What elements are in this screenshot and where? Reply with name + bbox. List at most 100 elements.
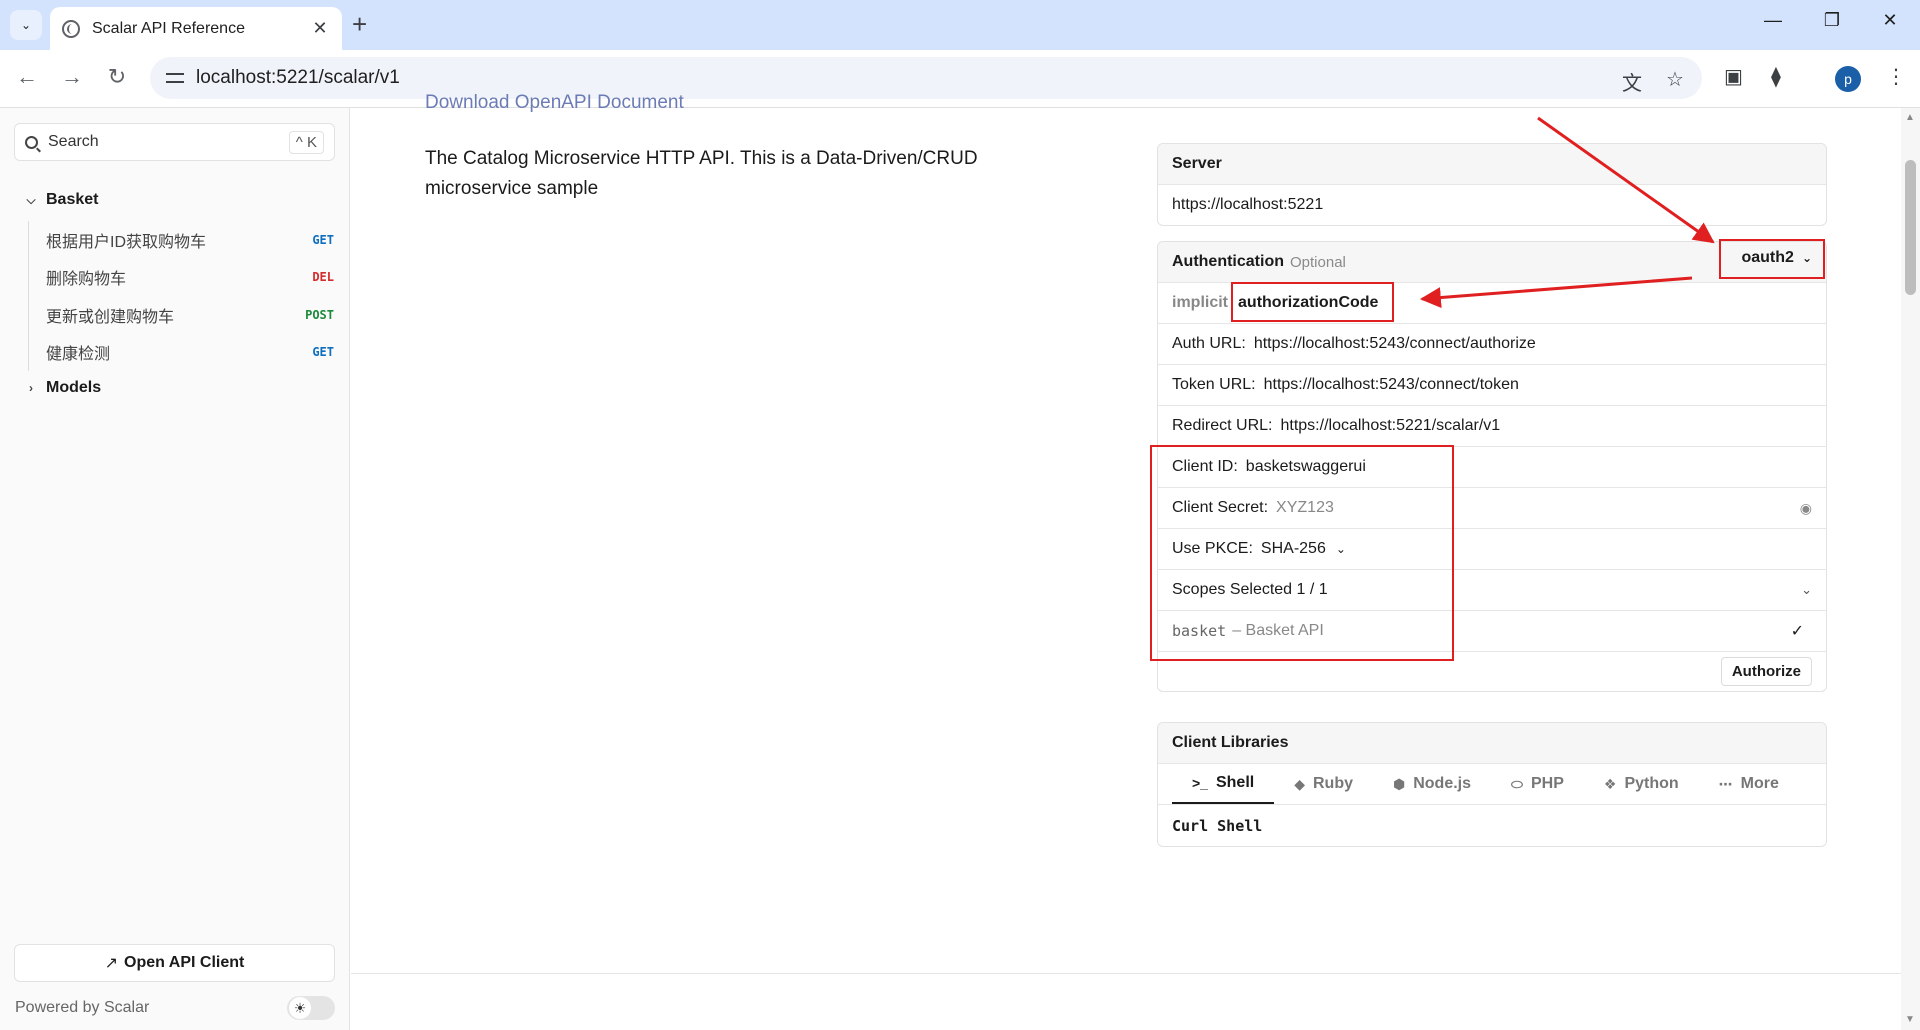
auth-url-field[interactable]: Auth URL: https://localhost:5243/connect… [1158,323,1826,364]
reload-button[interactable]: ↻ [102,64,132,90]
tab-label: Shell [1215,774,1255,791]
tab-title: Scalar API Reference [92,19,245,37]
open-client-label: Open API Client [124,954,245,971]
back-button[interactable]: ← [12,64,42,90]
download-openapi-link[interactable]: Download OpenAPI Document [425,92,684,114]
terminal-icon: >_ [1192,775,1208,791]
menu-kebab-icon[interactable]: ⋮ [1886,64,1906,89]
minimize-button[interactable]: — [1758,10,1788,31]
redirect-url-field[interactable]: Redirect URL: https://localhost:5221/sca… [1158,405,1826,446]
tab-nodejs[interactable]: ⬢ Node.js [1373,764,1491,804]
method-badge: GET [312,232,334,247]
tab-php[interactable]: ⬭ PHP [1491,764,1584,804]
flow-tabs: implicit authorizationCode [1158,282,1826,323]
chevron-right-icon: › [29,381,33,395]
translate-icon[interactable]: 文 [1622,67,1642,96]
api-description: The Catalog Microservice HTTP API. This … [425,148,978,199]
client-libraries-card: Client Libraries >_ Shell ◆ Ruby ⬢ Node.… [1157,722,1827,847]
sidebar-item-update-basket[interactable]: 更新或创建购物车 POST [29,296,334,334]
chevron-down-icon: ⌄ [1335,542,1346,556]
scroll-down-icon[interactable]: ▼ [1905,1014,1915,1025]
method-badge: GET [312,345,334,360]
url-text[interactable]: localhost:5221/scalar/v1 [196,67,400,89]
auth-url-label: Auth URL: [1172,335,1246,352]
puzzle-icon[interactable]: ⧫ [1771,64,1781,89]
token-url-value: https://localhost:5243/connect/token [1263,376,1519,393]
globe-icon [62,19,80,38]
more-dots-icon: ⋯ [1718,775,1733,792]
sidebar-item-get-basket[interactable]: 根据用户ID获取购物车 GET [29,221,334,259]
client-libraries-title: Client Libraries [1158,723,1826,763]
tab-shell[interactable]: >_ Shell [1172,764,1275,804]
search-icon [25,135,38,149]
auth-scheme-select[interactable]: oauth2 ⌄ [1741,249,1812,267]
scopes-toggle[interactable]: Scopes Selected 1 / 1 ⌄ [1158,569,1826,610]
auth-title: Authentication [1172,253,1284,270]
site-info-icon[interactable] [164,67,186,89]
browser-tabstrip: ⌄ Scalar API Reference ✕ + — ❐ ✕ [0,0,1920,50]
theme-toggle[interactable]: ☀ [287,996,335,1020]
endpoint-label: 删除购物车 [46,271,127,289]
client-secret-label: Client Secret: [1172,499,1269,516]
tab-ruby[interactable]: ◆ Ruby [1274,764,1373,804]
snippet-title: Curl Shell [1158,804,1826,846]
tab-label: Python [1624,775,1679,792]
client-id-field[interactable]: Client ID: basketswaggerui [1158,446,1826,487]
method-badge: POST [305,307,334,322]
forward-button[interactable]: → [57,64,87,90]
chevron-down-icon: ⌄ [20,18,32,32]
scope-description: – Basket API [1232,622,1324,639]
close-window-button[interactable]: ✕ [1875,10,1905,31]
tab-more[interactable]: ⋯ More [1699,764,1799,804]
authorize-row: Authorize [1158,651,1826,691]
sidebar: Search ^ K ⌵ Basket 根据用户ID获取购物车 GET 删除购物… [0,108,350,1030]
sidebar-group-models[interactable]: › Models [22,379,101,397]
token-url-field[interactable]: Token URL: https://localhost:5243/connec… [1158,364,1826,405]
authentication-card: Authentication Optional oauth2 ⌄ implici… [1157,241,1827,692]
auth-optional-label: Optional [1290,253,1346,271]
restore-button[interactable]: ❐ [1817,10,1847,31]
open-api-client-button[interactable]: ↗ Open API Client [14,944,335,982]
tab-label: Ruby [1312,775,1353,792]
main-content: Download OpenAPI Document The Catalog Mi… [351,92,1901,1030]
sidebar-item-health-check[interactable]: 健康检测 GET [29,334,334,372]
address-bar[interactable]: localhost:5221/scalar/v1 文 ☆ [150,57,1702,99]
scrollbar-thumb[interactable] [1905,160,1916,295]
scope-item-basket[interactable]: basket – Basket API ✓ [1158,610,1826,651]
nodejs-icon: ⬢ [1392,775,1406,792]
group-label: Basket [46,191,99,208]
search-input[interactable]: Search ^ K [14,123,335,161]
client-secret-field[interactable]: Client Secret: XYZ123 ◉ [1158,487,1826,528]
bookmark-star-icon[interactable]: ☆ [1666,67,1684,92]
tab-label: PHP [1530,775,1564,792]
flow-tab-implicit[interactable]: implicit [1172,294,1228,312]
browser-tab[interactable]: Scalar API Reference ✕ [50,7,342,50]
tab-search-button[interactable]: ⌄ [10,10,42,40]
tab-python[interactable]: ❖ Python [1584,764,1699,804]
eye-icon[interactable]: ◉ [1800,500,1812,517]
ruby-icon: ◆ [1294,775,1305,792]
divider [351,973,1901,974]
server-url-select[interactable]: https://localhost:5221 [1158,184,1826,225]
python-icon: ❖ [1603,775,1617,792]
page-scrollbar[interactable]: ▲ ▼ [1901,108,1920,1030]
browser-toolbar: ← → ↻ localhost:5221/scalar/v1 文 ☆ ▣ ⧫ p… [0,50,1920,108]
extension-icon[interactable]: ▣ [1724,64,1743,89]
client-id-label: Client ID: [1172,458,1238,475]
flow-tab-authorization-code[interactable]: authorizationCode [1238,294,1378,312]
powered-by-link[interactable]: Powered by Scalar [15,999,149,1017]
client-id-value: basketswaggerui [1245,458,1366,475]
profile-avatar[interactable]: p [1835,66,1861,92]
pkce-select[interactable]: Use PKCE: SHA-256 ⌄ [1158,528,1826,569]
new-tab-button[interactable]: + [352,11,367,37]
authorize-button[interactable]: Authorize [1720,657,1812,686]
sidebar-item-delete-basket[interactable]: 删除购物车 DEL [29,259,334,297]
server-card: Server https://localhost:5221 [1157,143,1827,226]
auth-url-value: https://localhost:5243/connect/authorize [1253,335,1536,352]
endpoint-label: 健康检测 [46,346,111,364]
sidebar-group-basket[interactable]: ⌵ Basket [22,191,98,209]
scroll-up-icon[interactable]: ▲ [1905,112,1915,123]
arrow-up-right-icon: ↗ [104,955,119,972]
redirect-url-label: Redirect URL: [1172,417,1273,434]
close-tab-icon[interactable]: ✕ [310,18,330,39]
